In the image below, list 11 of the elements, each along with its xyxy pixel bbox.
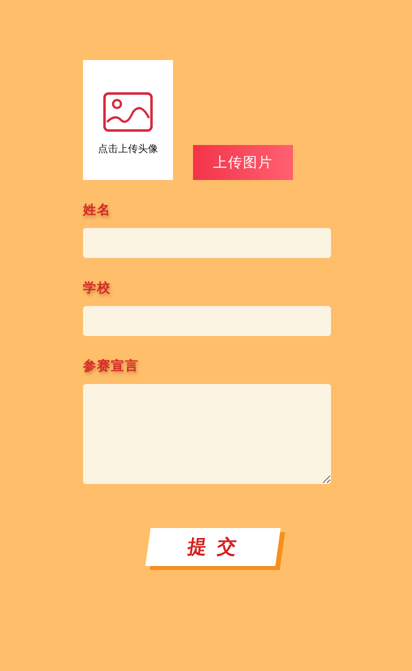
field-label: 姓名 [83, 202, 111, 219]
avatar-upload-box[interactable]: 点击上传头像 [83, 60, 173, 180]
upload-image-button[interactable]: 上传图片 [193, 145, 293, 180]
textarea-field[interactable] [83, 384, 331, 484]
avatar-caption: 点击上传头像 [98, 142, 158, 156]
field-label: 参赛宣言 [83, 358, 139, 375]
input-field[interactable] [83, 228, 331, 258]
submit-button[interactable]: 提 交 [144, 528, 280, 566]
input-field[interactable] [83, 306, 331, 336]
image-icon [103, 92, 153, 132]
field-label: 学校 [83, 280, 111, 297]
